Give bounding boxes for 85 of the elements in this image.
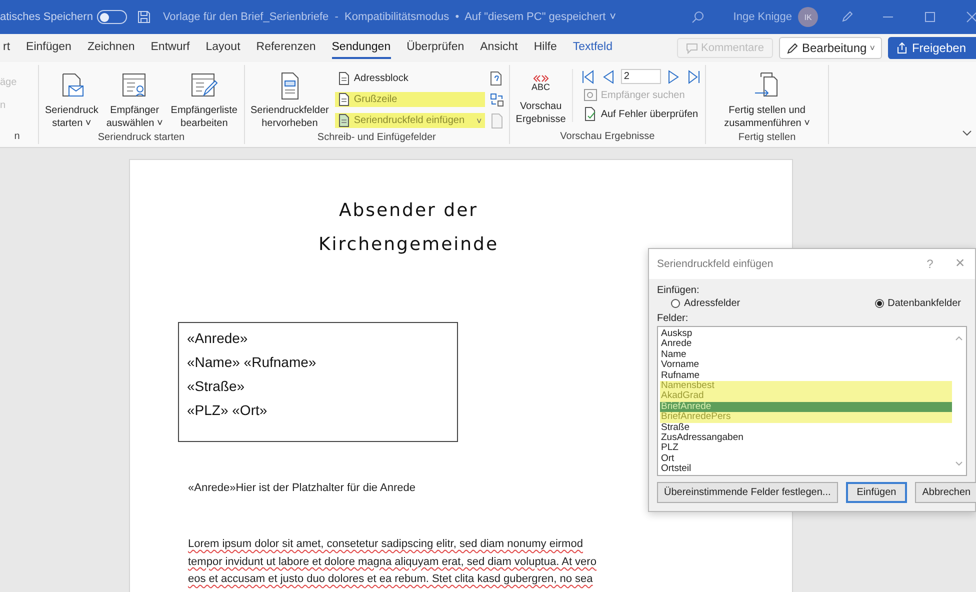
radio-option[interactable]: Adressfelder	[671, 298, 740, 309]
pen-icon[interactable]	[840, 10, 854, 24]
group-label: Fertig stellen	[737, 132, 797, 143]
field-list-item[interactable]: Ausksp	[660, 329, 952, 340]
sender-heading: Absender der	[338, 199, 478, 223]
share-icon	[896, 42, 908, 54]
abc-preview-icon: ABC	[532, 75, 550, 92]
field-list-item[interactable]: Ortsteil	[660, 464, 952, 475]
document-icon	[338, 72, 350, 85]
next-record-icon[interactable]	[666, 70, 681, 84]
sender-heading: Kirchengemeinde	[318, 233, 499, 257]
dialog-button[interactable]: Übereinstimmende Felder festlegen...	[657, 482, 838, 503]
ribbon-tab[interactable]: Sendungen	[332, 37, 391, 59]
autosave-label: atisches Speichern	[0, 11, 93, 23]
maximize-icon[interactable]	[924, 11, 936, 23]
radio-circle[interactable]	[874, 299, 884, 308]
ribbon-tab[interactable]: Einfügen	[26, 37, 72, 59]
collapse-ribbon-icon[interactable]	[962, 129, 972, 137]
merge-field-line: «Name» «Rufname»	[187, 353, 318, 372]
autosave-toggle[interactable]	[96, 10, 127, 24]
check-errors-button[interactable]: Auf Fehler überprüfen	[580, 106, 702, 122]
close-icon[interactable]	[966, 11, 976, 23]
field-list-item[interactable]: Anrede	[660, 339, 952, 350]
editing-button[interactable]: Bearbeitung ˅	[778, 37, 882, 59]
finish-merge-button[interactable]: Fertig stellen und zusammenführen ˅	[722, 69, 812, 132]
group-label: Vorschau Ergebnisse	[559, 131, 656, 142]
insert-label: Einfügen:	[657, 285, 700, 296]
merge-field-line: «Straße»	[187, 377, 246, 396]
document-check-icon	[584, 107, 597, 121]
group-label: Seriendruck starten	[96, 132, 186, 143]
ribbon-tab[interactable]: Entwurf	[150, 37, 190, 59]
group-label: Schreib- und Einfügefelder	[316, 132, 437, 143]
field-list-item[interactable]: Rufname	[660, 370, 952, 382]
ribbon-tab[interactable]: Textfeld	[572, 37, 613, 59]
first-record-icon[interactable]	[580, 70, 595, 84]
ribbon-tab[interactable]: Zeichnen	[87, 37, 135, 59]
salutation-text: «Anrede»Hier ist der Platzhalter für die Anrede	[188, 482, 416, 494]
fields-label: Felder:	[657, 313, 690, 324]
document-icon	[338, 93, 350, 106]
ribbon-tab[interactable]: Hilfe	[534, 37, 557, 59]
window-title: Vorlage für den Brief_Serienbriefe - Kompatibilitätsmodus • Auf "diesem PC" gespeichert	[162, 11, 606, 23]
pencil-icon	[786, 42, 799, 54]
ribbon-tab[interactable]: Ansicht	[480, 37, 518, 59]
body-text-line: tempor invidunt ut labore et dolore magna aliquyam erat, sed diam voluptua. At vero	[188, 554, 598, 570]
body-text-line: Lorem ipsum dolor sit amet, consetetur sadipscing elitr, sed diam nonumy eirmod	[188, 537, 584, 552]
field-list-item[interactable]: ZusAdressangaben	[660, 433, 952, 444]
merge-field-line: «Anrede»	[187, 329, 249, 348]
fields-list[interactable]: Ausksp Anrede Name Vorname Rufname Namensbest AkadGrad BriefAnrede BriefAnredePers Straße ZusAdressangaben PLZ Ort Ortsteil	[657, 326, 967, 476]
preview-results-button[interactable]: ABC Vorschau Ergebnisse	[514, 69, 568, 128]
highlight-fields-button[interactable]: Seriendruckfelder hervorheben	[248, 69, 331, 132]
record-number-field[interactable]: 2	[620, 69, 661, 84]
dialog-title: Seriendruckfeld einfügen	[657, 258, 774, 270]
field-list-item[interactable]: Vorname	[660, 360, 952, 371]
dialog-button[interactable]: Einfügen	[846, 482, 908, 503]
ribbon-small-button[interactable]: Adressblock	[334, 71, 485, 86]
group-label: n	[13, 131, 21, 142]
field-list-item[interactable]: Straße	[660, 422, 952, 434]
dialog-button[interactable]: Abbrechen	[915, 482, 976, 503]
ribbon-button[interactable]: Seriendruck starten ˅	[43, 69, 100, 132]
find-icon	[584, 89, 597, 101]
previous-record-icon[interactable]	[600, 70, 615, 84]
field-list-item[interactable]: Name	[660, 350, 952, 360]
field-list-item[interactable]: Ort	[660, 454, 952, 464]
ribbon-tab[interactable]: rt	[3, 37, 10, 59]
field-list-item[interactable]: PLZ	[660, 443, 952, 454]
share-button[interactable]: Freigeben	[888, 37, 976, 59]
ribbon-tab[interactable]: Überprüfen	[406, 37, 464, 59]
chevrons-icon	[532, 75, 549, 82]
body-text-line: eos et accusam et justo duo dolores et ea rebum. Stet clita kasd gubergren, no sea	[188, 572, 594, 587]
document-icon	[338, 114, 350, 127]
radio-circle[interactable]	[671, 299, 680, 308]
comment-icon	[686, 42, 698, 54]
user-name: Inge Knigge	[733, 11, 792, 23]
ribbon-tab[interactable]: Layout	[206, 37, 240, 59]
ribbon-button[interactable]: Empfängerliste bearbeiten	[168, 69, 240, 132]
match-fields-icon[interactable]	[488, 92, 505, 108]
ribbon-small-button[interactable]: Seriendruckfeld einfügen ˅	[334, 113, 485, 128]
save-icon[interactable]	[136, 10, 151, 24]
radio-option[interactable]: Datenbankfelder	[874, 298, 961, 309]
merge-field-line: «PLZ» «Ort»	[187, 401, 268, 420]
title-caret[interactable]: ˅	[610, 11, 616, 23]
ribbon-tab[interactable]: Referenzen	[256, 37, 316, 59]
search-icon[interactable]	[691, 10, 706, 24]
last-record-icon[interactable]	[686, 70, 701, 84]
ribbon-button[interactable]: Empfänger auswählen ˅	[104, 69, 165, 132]
